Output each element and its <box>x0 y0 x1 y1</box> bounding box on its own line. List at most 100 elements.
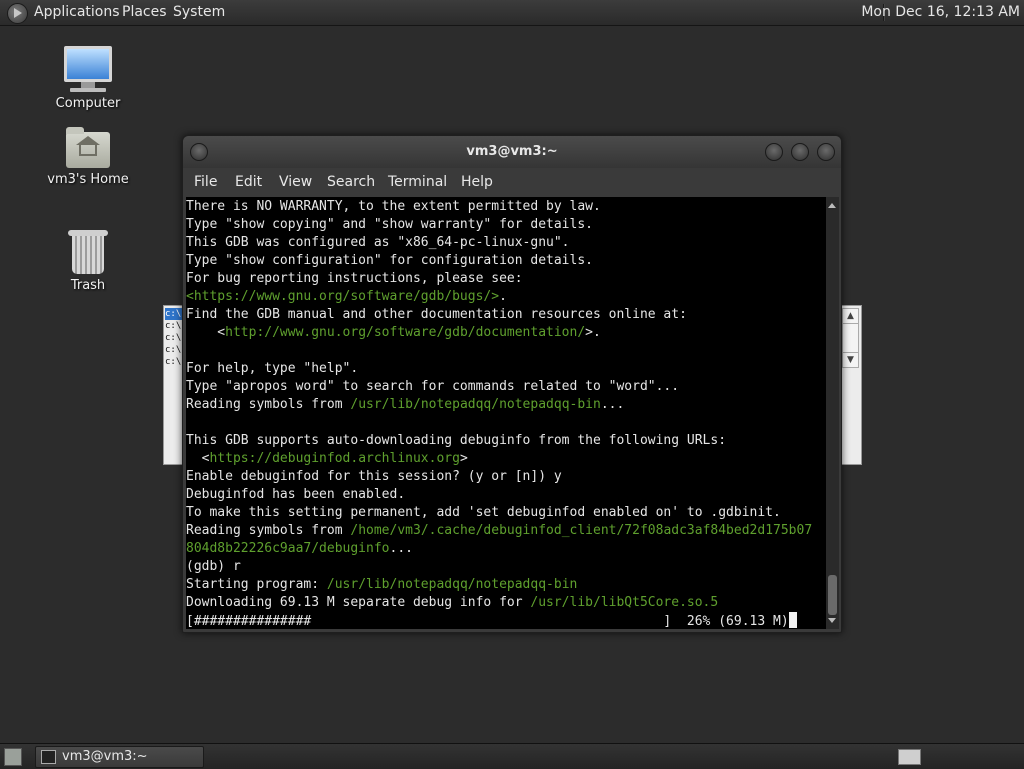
scrollbar-thumb[interactable] <box>828 575 837 615</box>
terminal-line: This GDB supports auto-downloading debug… <box>186 432 826 450</box>
terminal-path-text: /home/vm3/.cache/debuginfod_client/72f08… <box>350 523 813 538</box>
terminal-line: This GDB was configured as "x86_64-pc-li… <box>186 234 826 252</box>
terminal-line: For help, type "help". <box>186 360 826 378</box>
workspace-switcher[interactable] <box>898 749 921 765</box>
menu-file[interactable]: File <box>194 174 217 190</box>
terminal-text: Starting program: <box>186 577 327 592</box>
places-menu[interactable]: Places <box>122 4 167 20</box>
maximize-icon[interactable] <box>791 143 809 161</box>
terminal-path-text: /usr/lib/libQt5Core.so.5 <box>530 595 719 610</box>
terminal-text: To make this setting permanent, add 'set… <box>186 505 781 520</box>
list-item[interactable]: c:\ <box>165 356 183 368</box>
terminal-line: Type "show configuration" for configurat… <box>186 252 826 270</box>
scroll-down-icon[interactable] <box>828 618 836 623</box>
terminal-text: >. <box>585 325 601 340</box>
terminal-text: There is NO WARRANTY, to the extent perm… <box>186 199 601 214</box>
terminal-text: Reading symbols from <box>186 523 351 538</box>
terminal-text: For bug reporting instructions, please s… <box>186 271 523 286</box>
terminal-text: ... <box>389 541 413 556</box>
terminal-path-text: 804d8b22226c9aa7/debuginfo <box>186 541 390 556</box>
terminal-line: Reading symbols from /usr/lib/notepadqq/… <box>186 396 826 414</box>
close-icon[interactable] <box>817 143 835 161</box>
system-menu[interactable]: System <box>173 4 225 20</box>
terminal-icon <box>41 750 56 764</box>
terminal-line: Enable debuginfod for this session? (y o… <box>186 468 826 486</box>
desktop-icon-home[interactable]: vm3's Home <box>38 127 138 187</box>
list-item[interactable]: c:\ <box>165 332 183 344</box>
applications-menu[interactable]: Applications <box>34 4 120 20</box>
terminal-window[interactable]: vm3@vm3:~ File Edit View Search Terminal… <box>182 135 842 633</box>
menu-view[interactable]: View <box>279 174 312 190</box>
terminal-text: Debuginfod has been enabled. <box>186 487 406 502</box>
terminal-text: Type "show configuration" for configurat… <box>186 253 593 268</box>
terminal-text: . <box>499 289 507 304</box>
list-item[interactable]: c:\ <box>165 320 183 332</box>
terminal-text: ... <box>600 397 625 412</box>
terminal-line: (gdb) r <box>186 558 826 576</box>
terminal-path-text: http://www.gnu.org/software/gdb/document… <box>225 325 586 340</box>
menu-terminal[interactable]: Terminal <box>388 174 447 190</box>
list-item[interactable]: c:\ <box>165 344 183 356</box>
background-window-list: c:\ c:\ c:\ c:\ c:\ <box>165 308 183 368</box>
terminal-line: Type "show copying" and "show warranty" … <box>186 216 826 234</box>
desktop-icon-label: Computer <box>55 96 121 111</box>
clock[interactable]: Mon Dec 16, 12:13 AM <box>861 4 1020 20</box>
taskbar-window-label: vm3@vm3:~ <box>62 749 148 764</box>
terminal-text: Find the GDB manual and other documentat… <box>186 307 687 322</box>
terminal-cursor <box>788 612 797 628</box>
window-titlebar[interactable]: vm3@vm3:~ <box>183 136 841 168</box>
scroll-up-icon[interactable]: ▲ <box>843 309 858 324</box>
terminal-line: <https://www.gnu.org/software/gdb/bugs/>… <box>186 288 826 306</box>
terminal-line: Debuginfod has been enabled. <box>186 486 826 504</box>
top-panel: Applications Places System Mon Dec 16, 1… <box>0 0 1024 26</box>
home-folder-icon <box>66 127 110 168</box>
terminal-path-text: /usr/lib/notepadqq/notepadqq-bin <box>326 577 578 592</box>
terminal-text: Downloading 69.13 M separate debug info … <box>186 595 531 610</box>
scroll-up-icon[interactable] <box>828 203 836 208</box>
terminal-text: < <box>186 325 226 340</box>
menu-search[interactable]: Search <box>327 174 375 190</box>
menu-edit[interactable]: Edit <box>235 174 262 190</box>
terminal-line: Find the GDB manual and other documentat… <box>186 306 826 324</box>
show-desktop-icon[interactable] <box>4 748 22 766</box>
terminal-line: There is NO WARRANTY, to the extent perm… <box>186 198 826 216</box>
computer-icon <box>64 46 112 82</box>
terminal-line: For bug reporting instructions, please s… <box>186 270 826 288</box>
scroll-down-icon[interactable]: ▼ <box>843 352 858 367</box>
terminal-text: < <box>186 451 210 466</box>
desktop-icon-trash[interactable]: Trash <box>38 230 138 293</box>
terminal-line: Downloading 69.13 M separate debug info … <box>186 594 826 612</box>
desktop-icon-label: vm3's Home <box>47 172 129 187</box>
terminal-text: For help, type "help". <box>186 361 359 376</box>
terminal-path-text: https://debuginfod.archlinux.org <box>209 451 460 466</box>
terminal-text: Enable debuginfod for this session? (y o… <box>186 469 562 484</box>
terminal-path-text: <https://www.gnu.org/software/gdb/bugs/> <box>186 289 500 304</box>
terminal-text: Type "show copying" and "show warranty" … <box>186 217 593 232</box>
list-item[interactable]: c:\ <box>165 308 183 320</box>
desktop-icon-label: Trash <box>70 278 106 293</box>
desktop-icon-computer[interactable]: Computer <box>38 46 138 111</box>
terminal-text: This GDB supports auto-downloading debug… <box>186 433 727 448</box>
terminal-text: Reading symbols from <box>186 397 351 412</box>
minimize-icon[interactable] <box>765 143 783 161</box>
terminal-menubar: File Edit View Search Terminal Help <box>183 168 841 196</box>
terminal-line: Starting program: /usr/lib/notepadqq/not… <box>186 576 826 594</box>
taskbar-window-button[interactable]: vm3@vm3:~ <box>35 746 204 768</box>
terminal-output[interactable]: There is NO WARRANTY, to the extent perm… <box>186 197 826 629</box>
menu-help[interactable]: Help <box>461 174 493 190</box>
background-window-scrollbar[interactable]: ▲ ▼ <box>842 308 859 368</box>
terminal-line: <https://debuginfod.archlinux.org> <box>186 450 826 468</box>
terminal-line: Reading symbols from /home/vm3/.cache/de… <box>186 522 826 540</box>
terminal-line: Type "apropos word" to search for comman… <box>186 378 826 396</box>
terminal-scrollbar[interactable] <box>826 197 839 629</box>
terminal-line: [############### ] 26% (69.13 M) <box>186 612 826 629</box>
terminal-text: Type "apropos word" to search for comman… <box>186 379 680 394</box>
terminal-text: > <box>459 451 468 466</box>
terminal-text: [############### ] 26% (69.13 M) <box>186 614 789 629</box>
gnome-foot-icon[interactable] <box>7 3 28 24</box>
terminal-lines: There is NO WARRANTY, to the extent perm… <box>186 198 826 629</box>
terminal-line: 804d8b22226c9aa7/debuginfo... <box>186 540 826 558</box>
bottom-panel: vm3@vm3:~ <box>0 743 1024 769</box>
